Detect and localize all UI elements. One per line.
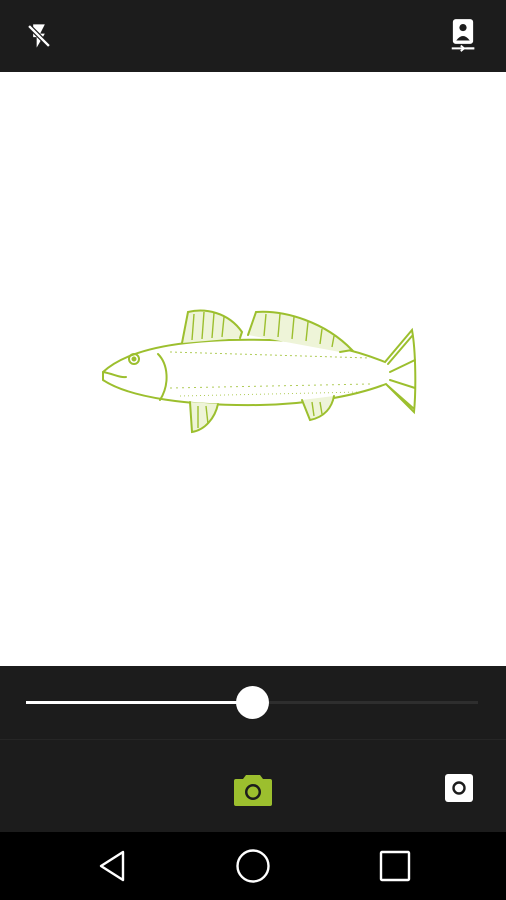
system-nav-bar xyxy=(0,832,506,900)
recents-button[interactable] xyxy=(375,846,415,886)
home-button[interactable] xyxy=(233,846,273,886)
camera-controls xyxy=(0,740,506,832)
zoom-slider-fill xyxy=(26,701,252,704)
zoom-slider-thumb[interactable] xyxy=(236,686,269,719)
flash-toggle-button[interactable] xyxy=(19,16,59,56)
shutter-button[interactable] xyxy=(227,768,279,810)
camera-viewfinder[interactable] xyxy=(0,72,506,666)
back-button[interactable] xyxy=(92,846,132,886)
back-icon xyxy=(99,850,125,882)
switch-camera-icon xyxy=(451,19,475,52)
zoom-slider-track[interactable] xyxy=(26,686,478,719)
record-mode-icon xyxy=(445,774,473,802)
home-icon xyxy=(236,849,270,883)
fish-illustration xyxy=(102,309,417,434)
flash-off-icon xyxy=(27,24,51,48)
camera-icon xyxy=(234,775,272,806)
switch-camera-button[interactable] xyxy=(443,16,483,56)
recents-icon xyxy=(379,850,411,882)
zoom-slider-bar xyxy=(0,666,506,739)
mode-button[interactable] xyxy=(441,770,477,806)
top-toolbar xyxy=(0,0,506,72)
